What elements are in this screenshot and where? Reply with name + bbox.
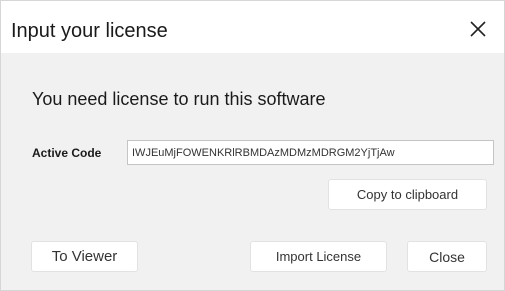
close-button[interactable]: Close xyxy=(407,241,487,272)
copy-to-clipboard-button[interactable]: Copy to clipboard xyxy=(328,179,487,210)
dialog-title: Input your license xyxy=(11,20,168,42)
license-required-message: You need license to run this software xyxy=(32,89,326,109)
dialog-titlebar: Input your license xyxy=(1,1,504,53)
active-code-label: Active Code xyxy=(32,146,102,160)
import-license-button[interactable]: Import License xyxy=(250,241,387,272)
active-code-field[interactable] xyxy=(127,140,494,165)
close-icon[interactable] xyxy=(466,17,490,41)
license-dialog: Input your license You need license to r… xyxy=(0,0,505,291)
to-viewer-button[interactable]: To Viewer xyxy=(31,241,138,272)
